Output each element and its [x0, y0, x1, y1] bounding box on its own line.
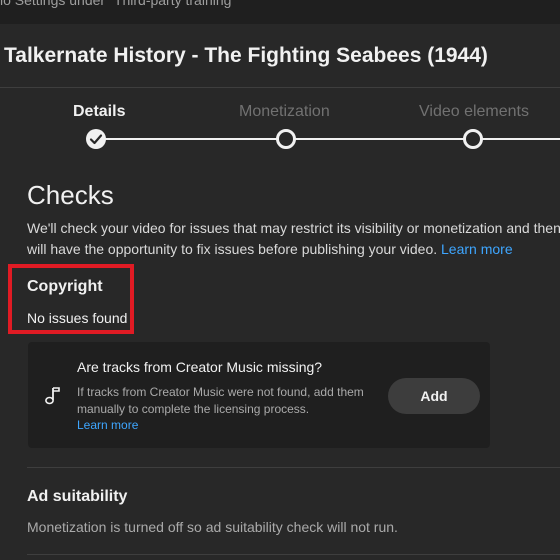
checks-description-line2-text: will have the opportunity to fix issues …: [27, 241, 438, 257]
checks-description: We'll check your video for issues that m…: [27, 218, 560, 260]
stepper-track: [96, 138, 560, 140]
creator-music-learn-more-link[interactable]: Learn more: [77, 418, 138, 432]
top-notification-bar: lo Settings under "Third-party training": [0, 0, 560, 24]
checks-heading: Checks: [27, 180, 114, 210]
copyright-status: No issues found: [27, 310, 128, 326]
creator-music-title: Are tracks from Creator Music missing?: [77, 359, 323, 375]
step-monetization-dot-icon[interactable]: [276, 129, 296, 149]
add-tracks-button[interactable]: Add: [388, 378, 480, 414]
section-divider: [27, 467, 560, 468]
ad-suitability-status: Monetization is turned off so ad suitabi…: [27, 519, 398, 535]
ad-suitability-title: Ad suitability: [27, 488, 128, 505]
copyright-title: Copyright: [27, 278, 103, 295]
music-note-icon: [44, 386, 62, 411]
header-divider: [0, 87, 560, 88]
bottom-divider: [27, 554, 560, 555]
step-video-elements-dot-icon[interactable]: [463, 129, 483, 149]
video-title: Talkernate History - The Fighting Seabee…: [4, 44, 488, 67]
step-video-elements[interactable]: Video elements: [419, 103, 529, 121]
notification-text: lo Settings under "Third-party training": [0, 0, 237, 8]
checks-description-line1: We'll check your video for issues that m…: [27, 220, 560, 236]
creator-music-body: If tracks from Creator Music were not fo…: [77, 385, 364, 416]
step-details[interactable]: Details: [73, 103, 125, 121]
step-monetization[interactable]: Monetization: [239, 103, 330, 121]
checks-learn-more-link[interactable]: Learn more: [441, 241, 513, 257]
step-details-check-icon[interactable]: [86, 129, 106, 149]
checks-description-line2: will have the opportunity to fix issues …: [27, 239, 560, 260]
